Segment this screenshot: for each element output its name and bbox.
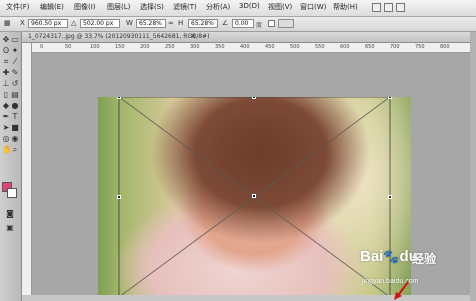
x-label-icon: X: [20, 19, 25, 27]
toolbox: ✥ ▭ ʘ ✦ ⌗ ⁄ ✚ ✎ ⊥ ↺ ▯ ▤ ◆ ● ✒ T ➤ ■ ◎ ◉ …: [0, 32, 22, 301]
magic-wand-tool-icon[interactable]: ✦: [11, 47, 19, 55]
vertical-ruler[interactable]: [22, 43, 32, 301]
ruler-tick-label: 50: [65, 44, 72, 50]
marquee-tool-icon[interactable]: ▭: [11, 36, 19, 44]
ruler-tick-label: 450: [265, 44, 275, 50]
ruler-tick-label: 600: [340, 44, 350, 50]
ruler-tick-label: 500: [290, 44, 300, 50]
menu-image[interactable]: 图像(I): [74, 2, 96, 12]
quick-mask-icon[interactable]: ◙: [6, 210, 14, 218]
ruler-tick-label: 350: [215, 44, 225, 50]
ruler-tick-label: 150: [115, 44, 125, 50]
brush-tool-icon[interactable]: ✎: [11, 69, 19, 77]
watermark-chinese: 经验: [412, 252, 437, 266]
dodge-tool-icon[interactable]: ●: [11, 102, 19, 110]
eyedropper-tool-icon[interactable]: ⁄: [11, 58, 19, 66]
warp-toggle[interactable]: [268, 20, 275, 27]
transform-handle-top-left[interactable]: [117, 97, 121, 99]
rotate-icon: ∠: [222, 19, 229, 27]
ruler-tick-label: 300: [190, 44, 200, 50]
transform-handle-top[interactable]: [252, 97, 256, 99]
menu-bar: 文件(F) 编辑(E) 图像(I) 图层(L) 选择(S) 滤镜(T) 分析(A…: [0, 0, 476, 17]
menu-layer[interactable]: 图层(L): [107, 2, 130, 12]
crop-tool-icon[interactable]: ⌗: [2, 58, 10, 66]
ruler-tick-label: 200: [140, 44, 150, 50]
transform-handle-right[interactable]: [388, 195, 392, 199]
width-scale-icon: W: [126, 19, 133, 27]
workspace-button[interactable]: [396, 3, 405, 12]
eraser-tool-icon[interactable]: ▯: [2, 91, 10, 99]
delta-icon: △: [71, 19, 77, 27]
height-field[interactable]: 502.00 px: [80, 19, 120, 28]
menu-analysis[interactable]: 分析(A): [206, 2, 230, 12]
document-tab-title: 1_0724317..jpg @ 33.7% (20120930111_5642…: [28, 33, 210, 40]
reference-point-icon[interactable]: ▦: [4, 19, 11, 27]
options-bar: ▦ X 960.50 px △ 502.00 px W 65.28% ∞ H 6…: [0, 17, 476, 32]
menu-window[interactable]: 窗口(W): [300, 2, 326, 12]
background-color-swatch[interactable]: [7, 188, 17, 198]
w-scale-field[interactable]: 65.28%: [136, 19, 166, 28]
angle-field[interactable]: 0.00: [232, 19, 254, 28]
menu-3d[interactable]: 3D(D): [239, 2, 260, 10]
transform-handle-left[interactable]: [117, 195, 121, 199]
minimize-button[interactable]: [372, 3, 381, 12]
document-tab[interactable]: 1_0724317..jpg @ 33.7% (20120930111_5642…: [22, 32, 470, 43]
lasso-tool-icon[interactable]: ʘ: [2, 47, 10, 55]
interpolation-field[interactable]: [278, 19, 294, 28]
ruler-tick-label: 750: [415, 44, 425, 50]
3d-camera-tool-icon[interactable]: ◉: [11, 135, 19, 143]
gradient-tool-icon[interactable]: ▤: [11, 91, 19, 99]
history-brush-tool-icon[interactable]: ↺: [11, 80, 19, 88]
ruler-tick-label: 800: [440, 44, 450, 50]
hand-tool-icon[interactable]: ✋: [2, 146, 12, 154]
ruler-tick-label: 550: [315, 44, 325, 50]
3d-rotate-tool-icon[interactable]: ◎: [2, 135, 10, 143]
shape-tool-icon[interactable]: ■: [11, 124, 19, 132]
link-icon[interactable]: ∞: [168, 19, 174, 27]
ruler-tick-label: 0: [40, 44, 44, 50]
h-scale-field[interactable]: 65.28%: [188, 19, 218, 28]
stamp-tool-icon[interactable]: ⊥: [2, 80, 10, 88]
red-arrow-icon: [394, 281, 409, 300]
move-tool-icon[interactable]: ✥: [2, 36, 10, 44]
pen-tool-icon[interactable]: ✒: [2, 113, 10, 121]
ruler-tick-label: 700: [390, 44, 400, 50]
baidu-logo: Bai🐾du: [360, 248, 418, 265]
transform-center-point[interactable]: [252, 194, 256, 198]
ruler-tick-label: 400: [240, 44, 250, 50]
ruler-tick-label: 100: [90, 44, 100, 50]
width-field[interactable]: 960.50 px: [28, 19, 68, 28]
ruler-tick-label: 250: [165, 44, 175, 50]
menu-file[interactable]: 文件(F): [6, 2, 30, 12]
maximize-button[interactable]: [384, 3, 393, 12]
height-scale-icon: H: [178, 19, 184, 27]
menu-select[interactable]: 选择(S): [140, 2, 164, 12]
menu-view[interactable]: 视图(V): [268, 2, 292, 12]
blur-tool-icon[interactable]: ◆: [2, 102, 10, 110]
path-select-tool-icon[interactable]: ➤: [2, 124, 10, 132]
transform-handle-top-right[interactable]: [388, 97, 392, 99]
horizontal-ruler[interactable]: 0 50 100 150 200 250 300 350 400 450 500 550 600 650 7…: [32, 43, 470, 53]
menu-help[interactable]: 帮助(H): [333, 2, 358, 12]
ruler-tick-label: 650: [365, 44, 375, 50]
menu-filter[interactable]: 滤镜(T): [173, 2, 197, 12]
screen-mode-icon[interactable]: ▣: [6, 224, 14, 232]
healing-tool-icon[interactable]: ✚: [2, 69, 10, 77]
zoom-tool-icon[interactable]: ⌕: [11, 146, 19, 154]
close-icon[interactable]: ×: [190, 32, 196, 40]
photo-canvas[interactable]: [98, 97, 411, 297]
type-tool-icon[interactable]: T: [11, 113, 19, 121]
menu-edit[interactable]: 编辑(E): [40, 2, 64, 12]
angle-unit: 度: [256, 22, 263, 29]
